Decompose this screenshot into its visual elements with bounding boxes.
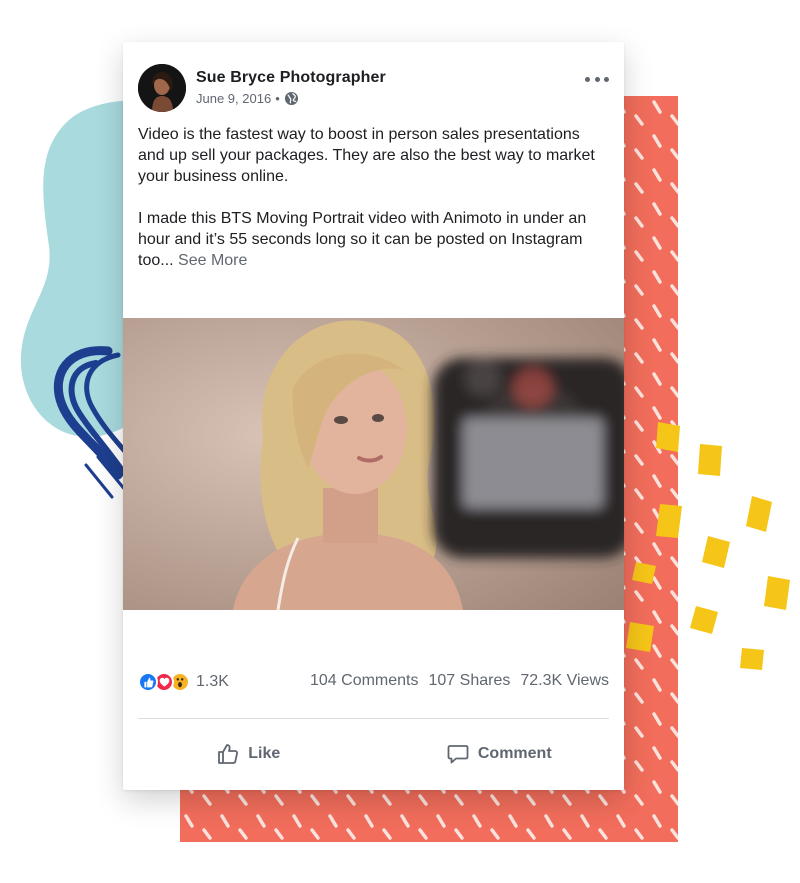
post-header: Sue Bryce Photographer June 9, 2016 • (138, 64, 609, 112)
facebook-post-card: Sue Bryce Photographer June 9, 2016 • Vi… (123, 42, 624, 790)
comment-bubble-icon (447, 745, 469, 764)
post-video-thumbnail[interactable] (123, 318, 624, 610)
more-options-button[interactable] (585, 72, 609, 86)
reaction-count: 1.3K (196, 673, 229, 690)
post-meta: June 9, 2016 • (196, 91, 299, 106)
post-date[interactable]: June 9, 2016 (196, 91, 271, 106)
reactions-summary[interactable]: 1.3K (138, 672, 229, 692)
like-icon (138, 672, 158, 692)
comment-button-label: Comment (477, 745, 552, 762)
actions-divider (138, 718, 609, 719)
post-paragraph-1: Video is the fastest way to boost in per… (138, 126, 595, 185)
post-text: Video is the fastest way to boost in per… (138, 124, 608, 271)
author-name[interactable]: Sue Bryce Photographer (196, 69, 386, 87)
like-button[interactable]: Like (123, 732, 374, 776)
post-stats: 1.3K 104 Comments 107 Shares 72.3K Views (138, 672, 609, 694)
post-paragraph-2: I made this BTS Moving Portrait video wi… (138, 208, 608, 271)
portrait-photo-image (123, 318, 624, 610)
comment-button[interactable]: Comment (374, 732, 625, 776)
views-count: 72.3K Views (520, 672, 609, 689)
avatar-portrait-icon (138, 64, 186, 112)
meta-separator: • (275, 91, 280, 106)
shares-count-link[interactable]: 107 Shares (429, 672, 511, 690)
more-dot-icon (604, 76, 609, 82)
globe-icon (284, 91, 298, 106)
see-more-link[interactable]: See More (178, 252, 247, 269)
like-button-label: Like (248, 745, 281, 762)
post-actions: Like Comment (123, 732, 624, 776)
comments-count-link[interactable]: 104 Comments (310, 672, 419, 690)
engagement-counts: 104 Comments 107 Shares 72.3K Views (310, 672, 609, 690)
author-avatar[interactable] (138, 64, 186, 112)
yellow-dash-decoration (626, 422, 790, 670)
thumbs-up-icon (218, 744, 239, 764)
more-dot-icon (594, 76, 600, 82)
more-dot-icon (585, 76, 590, 82)
